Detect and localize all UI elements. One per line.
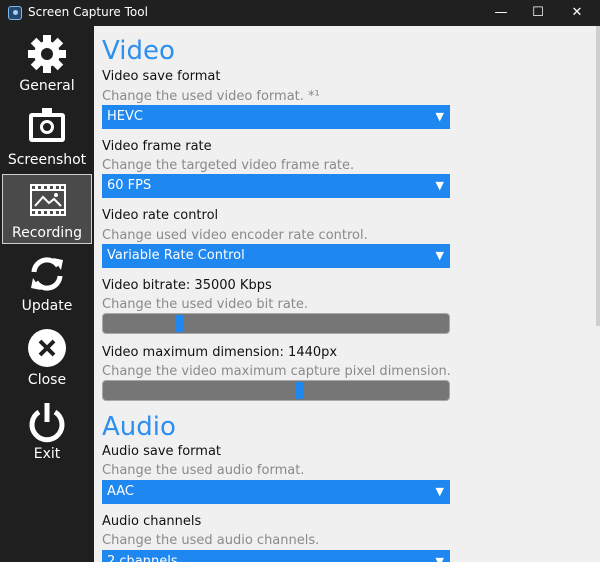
video-bitrate-slider[interactable]: [102, 313, 450, 334]
sidebar-item-general[interactable]: General: [2, 28, 92, 98]
audio-channels-select[interactable]: 2 channels ▼: [102, 550, 450, 562]
dropdown-arrow-icon: ▼: [435, 555, 444, 562]
video-rate-control-value: Variable Rate Control: [107, 248, 245, 263]
dropdown-arrow-icon: ▼: [435, 179, 444, 192]
audio-channels-description: Change the used audio channels.: [102, 533, 320, 548]
slider-thumb[interactable]: [296, 382, 304, 399]
audio-channels-value: 2 channels: [107, 554, 178, 562]
sidebar-item-label: Update: [21, 298, 73, 314]
video-format-value: HEVC: [107, 109, 143, 124]
dropdown-arrow-icon: ▼: [435, 110, 444, 123]
video-save-format-description: Change the used video format. *¹: [102, 89, 320, 104]
sidebar-item-label: General: [19, 78, 75, 94]
refresh-icon: [31, 257, 63, 291]
title-bar: Screen Capture Tool — ☐ ✕: [0, 0, 600, 26]
sidebar-item-screenshot[interactable]: Screenshot: [2, 102, 92, 172]
video-rate-control-label: Video rate control: [102, 208, 219, 223]
video-frame-rate-label: Video frame rate: [102, 139, 212, 154]
video-format-select[interactable]: HEVC ▼: [102, 105, 450, 129]
sidebar-item-exit[interactable]: Exit: [2, 396, 92, 466]
sidebar-item-label: Screenshot: [7, 152, 87, 168]
monitor-icon: [29, 108, 65, 142]
scrollbar[interactable]: [596, 26, 600, 326]
power-icon: [29, 403, 65, 443]
video-max-dimension-label: Video maximum dimension: 1440px: [102, 345, 338, 360]
sidebar-item-label: Recording: [11, 225, 83, 241]
video-rate-control-description: Change used video encoder rate control.: [102, 228, 368, 243]
video-heading: Video: [102, 36, 175, 66]
audio-save-format-description: Change the used audio format.: [102, 463, 305, 478]
close-window-button[interactable]: ✕: [554, 0, 600, 26]
sidebar-item-recording[interactable]: Recording: [2, 174, 92, 244]
audio-channels-label: Audio channels: [102, 514, 202, 529]
video-bitrate-description: Change the used video bit rate.: [102, 297, 309, 312]
video-frame-rate-select[interactable]: 60 FPS ▼: [102, 174, 450, 198]
gear-icon: [28, 35, 66, 73]
video-frame-rate-value: 60 FPS: [107, 178, 152, 193]
dropdown-arrow-icon: ▼: [435, 249, 444, 262]
video-max-dimension-slider[interactable]: [102, 380, 450, 401]
camera-app-icon: [8, 6, 22, 20]
audio-format-value: AAC: [107, 484, 134, 499]
slider-thumb[interactable]: [175, 315, 183, 332]
video-frame-rate-description: Change the targeted video frame rate.: [102, 158, 355, 173]
x-circle-icon: [28, 329, 66, 367]
sidebar-item-label: Close: [27, 372, 67, 388]
settings-panel: Video Video save format Change the used …: [94, 26, 600, 562]
video-bitrate-label: Video bitrate: 35000 Kbps: [102, 278, 272, 293]
video-max-dimension-description: Change the video maximum capture pixel d…: [102, 364, 451, 379]
video-save-format-label: Video save format: [102, 69, 221, 84]
audio-save-format-label: Audio save format: [102, 444, 222, 459]
video-rate-control-select[interactable]: Variable Rate Control ▼: [102, 244, 450, 268]
sidebar-item-update[interactable]: Update: [2, 248, 92, 318]
audio-heading: Audio: [102, 412, 176, 442]
sidebar: General Screenshot Recording Update Clos…: [0, 26, 94, 562]
sidebar-item-close[interactable]: Close: [2, 322, 92, 392]
film-icon: [30, 184, 66, 216]
sidebar-item-label: Exit: [33, 446, 61, 462]
audio-format-select[interactable]: AAC ▼: [102, 480, 450, 504]
window-title: Screen Capture Tool: [28, 5, 148, 19]
dropdown-arrow-icon: ▼: [435, 485, 444, 498]
